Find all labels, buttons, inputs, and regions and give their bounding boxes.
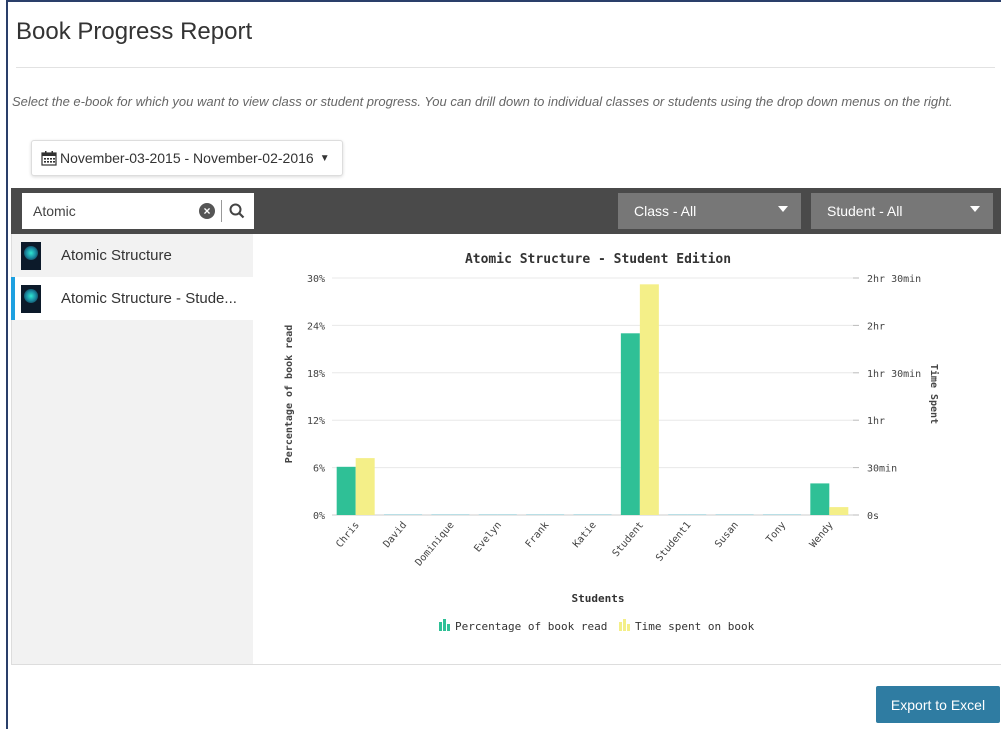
left-axis-label: Percentage of book read <box>284 325 295 463</box>
book-list: Atomic Structure Atomic Structure - Stud… <box>11 234 253 665</box>
book-item-atomic-structure-student-edition[interactable]: Atomic Structure - Stude... <box>11 277 253 320</box>
book-item-label: Atomic Structure <box>61 247 172 264</box>
book-item-label: Atomic Structure - Stude... <box>61 290 237 307</box>
bar-time <box>592 514 612 515</box>
chart-area: Atomic Structure - Student Edition 0% 6% 1… <box>253 234 1001 665</box>
book-item-atomic-structure[interactable]: Atomic Structure <box>12 234 253 277</box>
chart-legend: Percentage of book read Time spent on bo… <box>439 619 755 633</box>
bar-percentage <box>620 333 640 515</box>
class-filter-dropdown[interactable]: Class - All <box>618 193 801 229</box>
x-tick-label: David <box>382 520 410 550</box>
class-filter-label: Class - All <box>634 203 697 219</box>
bar-time <box>781 514 801 515</box>
bar-percentage <box>810 483 830 515</box>
book-cover-image <box>21 284 41 313</box>
bar-percentage <box>384 514 404 515</box>
bar-percentage <box>526 514 546 515</box>
bar-percentage <box>715 514 735 515</box>
left-tick-label: 12% <box>307 416 325 427</box>
export-to-excel-button[interactable]: Export to Excel <box>876 686 1000 723</box>
bar-time <box>355 458 375 515</box>
bar-time <box>734 514 754 515</box>
right-tick-label: 1hr <box>867 416 885 427</box>
title-divider <box>16 67 995 68</box>
bar-time <box>829 507 849 515</box>
x-tick-label: Student <box>611 520 647 559</box>
bar-percentage <box>431 514 451 515</box>
book-cover-image <box>21 241 41 270</box>
chevron-down-icon <box>970 206 980 212</box>
page-title: Book Progress Report <box>16 18 253 45</box>
bar-percentage <box>336 466 356 515</box>
x-tick-label: Frank <box>524 520 552 550</box>
x-tick-label: Wendy <box>808 520 836 550</box>
left-tick-label: 0% <box>313 511 325 522</box>
legend-item-percent[interactable]: Percentage of book read <box>439 619 607 633</box>
calendar-icon <box>41 151 57 166</box>
legend-item-time[interactable]: Time spent on book <box>619 619 755 633</box>
search-separator <box>221 200 222 222</box>
bar-percentage <box>478 514 498 515</box>
x-tick-label: Katie <box>571 520 599 550</box>
search-input[interactable]: Atomic <box>33 203 199 219</box>
student-filter-dropdown[interactable]: Student - All <box>811 193 993 229</box>
legend-label-percent: Percentage of book read <box>455 620 607 633</box>
right-tick-label: 1hr 30min <box>867 369 921 380</box>
right-tick-label: 30min <box>867 464 897 475</box>
bar-time <box>497 514 517 515</box>
clear-search-icon[interactable]: × <box>199 203 215 219</box>
right-tick-label: 2hr 30min <box>867 274 921 285</box>
bar-time <box>450 514 470 515</box>
bar-time <box>403 514 423 515</box>
left-tick-label: 6% <box>313 464 325 475</box>
x-axis-label: Students <box>572 592 625 605</box>
x-tick-label: Evelyn <box>472 520 504 555</box>
x-tick-label: Susan <box>713 520 741 550</box>
right-tick-label: 2hr <box>867 321 885 332</box>
bar-time <box>687 514 707 515</box>
bar-chart-icon <box>439 619 450 631</box>
left-tick-label: 30% <box>307 274 325 285</box>
right-axis-label: Time Spent <box>928 364 940 424</box>
date-range-label: November-03-2015 - November-02-2016 <box>60 150 314 166</box>
date-range-dropdown[interactable]: November-03-2015 - November-02-2016 ▼ <box>31 140 343 176</box>
progress-chart: Atomic Structure - Student Edition 0% 6% 1… <box>284 252 940 633</box>
search-box[interactable]: Atomic × <box>22 193 254 229</box>
left-tick-label: 24% <box>307 321 325 332</box>
filter-toolbar: Atomic × Class - All Student - All <box>11 188 1001 234</box>
bar-chart-icon <box>619 619 630 631</box>
x-tick-label: Tony <box>764 520 788 546</box>
right-tick-label: 0s <box>867 511 879 522</box>
bar-percentage <box>762 514 782 515</box>
student-filter-label: Student - All <box>827 203 903 219</box>
bar-time <box>545 514 565 515</box>
bar-time <box>639 284 659 515</box>
x-tick-label: Dominique <box>413 520 456 569</box>
chevron-down-icon <box>778 206 788 212</box>
chart-title: Atomic Structure - Student Edition <box>465 252 731 267</box>
x-tick-label: Student1 <box>654 520 693 564</box>
search-icon[interactable] <box>228 202 246 220</box>
bar-percentage <box>668 514 688 515</box>
left-tick-label: 18% <box>307 369 325 380</box>
chevron-down-icon: ▼ <box>319 152 330 164</box>
page-description: Select the e-book for which you want to … <box>12 94 953 109</box>
x-tick-label: Chris <box>334 520 362 550</box>
bar-percentage <box>573 514 593 515</box>
legend-label-time: Time spent on book <box>635 620 755 633</box>
